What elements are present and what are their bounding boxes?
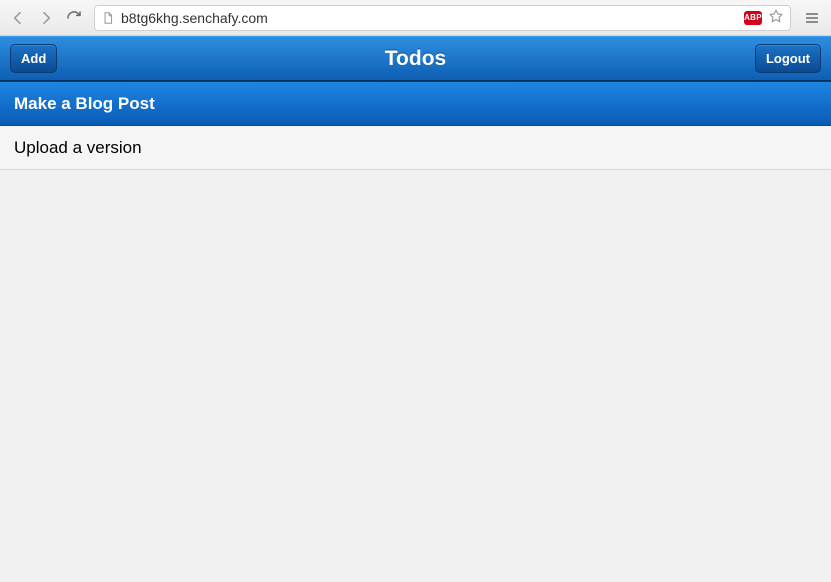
add-button[interactable]: Add (10, 44, 57, 73)
list-item-label: Upload a version (14, 138, 142, 158)
reload-button[interactable] (62, 6, 86, 30)
logout-button[interactable]: Logout (755, 44, 821, 73)
app-root: Add Todos Logout Make a Blog Post Upload… (0, 36, 831, 582)
address-bar[interactable]: b8tg6khg.senchafy.com ABP (94, 5, 791, 31)
list-item[interactable]: Upload a version (0, 126, 831, 170)
back-button[interactable] (6, 6, 30, 30)
browser-chrome-bar: b8tg6khg.senchafy.com ABP (0, 0, 831, 36)
browser-menu-button[interactable] (799, 5, 825, 31)
abp-icon[interactable]: ABP (744, 11, 762, 25)
page-icon (101, 11, 115, 25)
app-toolbar: Add Todos Logout (0, 36, 831, 81)
empty-area (0, 170, 831, 582)
omnibox-right: ABP (744, 8, 784, 27)
list-item[interactable]: Make a Blog Post (0, 82, 831, 126)
app-title: Todos (0, 47, 831, 71)
todo-list: Make a Blog Post Upload a version (0, 81, 831, 170)
list-item-label: Make a Blog Post (14, 94, 155, 114)
bookmark-star-icon[interactable] (768, 8, 784, 27)
forward-button[interactable] (34, 6, 58, 30)
address-url: b8tg6khg.senchafy.com (121, 10, 738, 26)
